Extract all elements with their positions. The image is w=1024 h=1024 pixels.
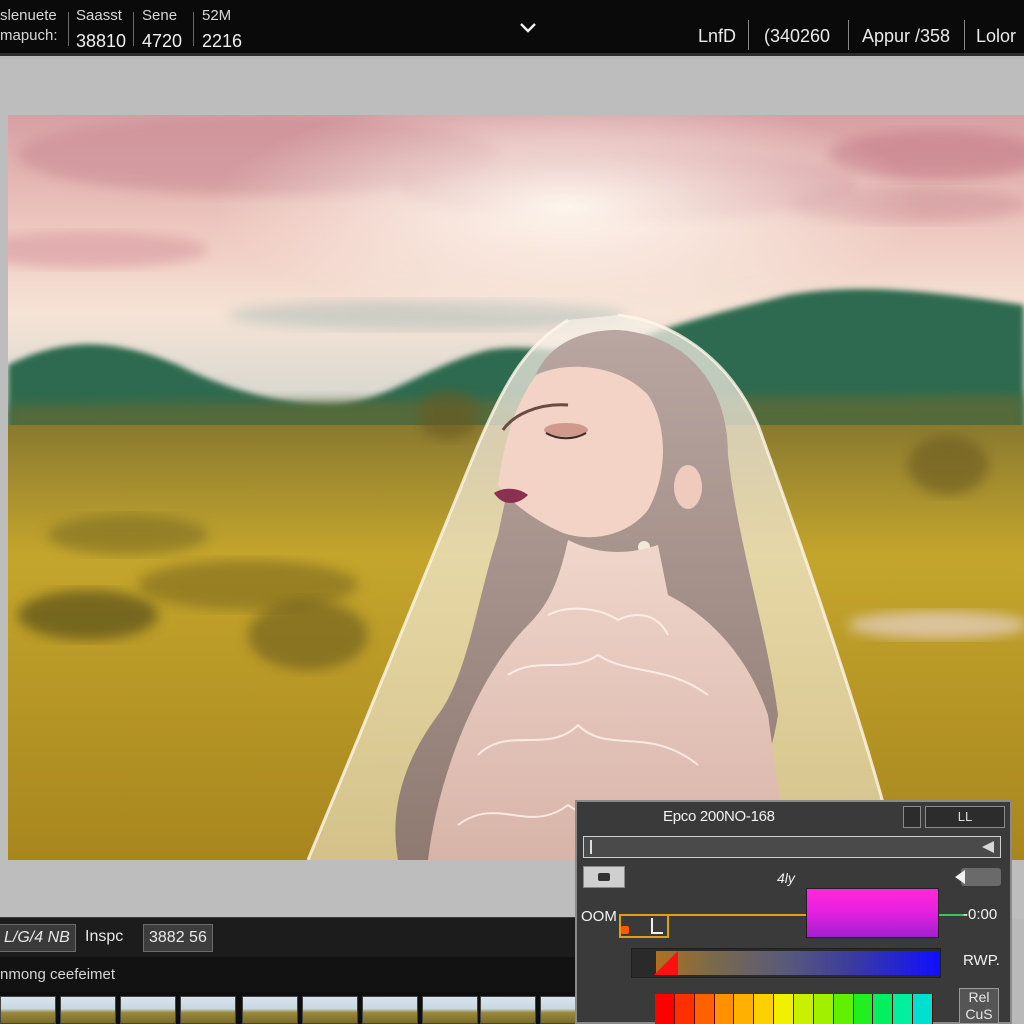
divider (68, 12, 69, 46)
palette-color-cell[interactable] (833, 994, 854, 1024)
palette-color-cell[interactable] (774, 994, 795, 1024)
divider (748, 20, 749, 50)
film-thumbnail[interactable] (242, 996, 298, 1024)
palette-color-cell[interactable] (873, 994, 894, 1024)
meta-column-4: 52M 2216 (202, 8, 242, 50)
film-thumbnail[interactable] (362, 996, 418, 1024)
film-thumbnail[interactable] (302, 996, 358, 1024)
inspect-label: Inspc (85, 928, 124, 945)
divider (848, 20, 849, 50)
color-swatch[interactable] (806, 888, 939, 938)
gradient-stop-marker[interactable] (654, 951, 678, 975)
palette-color-cell[interactable] (694, 994, 715, 1024)
status-bar: nmong ceefeimet (0, 957, 575, 992)
film-thumbnail[interactable] (0, 996, 56, 1024)
panel-pin-button[interactable] (903, 806, 921, 828)
gradient-bar (656, 951, 940, 975)
meta-value-2: 38810 (76, 31, 127, 51)
film-thumbnail[interactable] (120, 996, 176, 1024)
meta-value-3: 4720 (142, 31, 183, 51)
film-thumbnail[interactable] (540, 996, 575, 1024)
info-chip-value[interactable]: 3882 56 (143, 924, 213, 952)
divider (964, 20, 965, 50)
palette-color-cell[interactable] (674, 994, 695, 1024)
info-bar: L/G/4 NB Inspc 3882 56 (0, 917, 575, 957)
rel-button-line2: CuS (965, 1006, 993, 1022)
color-palette (655, 994, 934, 1024)
bride-photo-image (8, 115, 1024, 860)
meta-key-3: Sene (142, 7, 178, 24)
panel-title: Epco 200NO-168 (663, 808, 775, 825)
palette-color-cell[interactable] (853, 994, 874, 1024)
palette-color-cell[interactable] (754, 994, 775, 1024)
palette-color-cell[interactable] (794, 994, 814, 1024)
back-arrow-icon[interactable] (955, 868, 1001, 886)
menu-item-value[interactable]: (340260 (764, 26, 830, 47)
meta-key-2: Saasst (76, 7, 122, 24)
meta-key-4: 52M (202, 7, 232, 24)
panel-menu-button[interactable]: LL (925, 806, 1005, 828)
divider (133, 12, 134, 46)
menu-item-lnfd[interactable]: LnfD (698, 26, 736, 47)
palette-color-cell[interactable] (714, 994, 735, 1024)
rel-button[interactable]: Rel CuS (959, 988, 999, 1024)
meta-column-2: Saasst 38810 (76, 8, 126, 50)
meta-key-1: slenuete (0, 7, 57, 24)
hue-marker (621, 926, 629, 934)
rwp-label: RWP. (963, 952, 1000, 969)
meta-column-3: Sene 4720 (142, 8, 182, 50)
value-readout: -0:00 (963, 906, 998, 923)
rel-button-line1: Rel (968, 989, 990, 1005)
color-adjust-panel: Epco 200NO-168 LL 4ly OOM -0:00 RWP. Rel… (575, 800, 1012, 1024)
palette-color-cell[interactable] (734, 994, 755, 1024)
divider (193, 12, 194, 46)
gradient-slider[interactable] (631, 948, 941, 978)
menu-item-appur[interactable]: Appur /358 (862, 26, 950, 47)
camera-icon[interactable] (583, 866, 625, 888)
meta-column-1: slenuete mapuch: (0, 8, 58, 48)
palette-color-cell[interactable] (655, 994, 675, 1024)
panel-slider[interactable] (583, 836, 1001, 858)
palette-color-cell[interactable] (893, 994, 914, 1024)
slider-arrow-icon[interactable] (982, 841, 994, 853)
menu-item-lolor[interactable]: Lolor (976, 26, 1016, 47)
chevron-down-icon[interactable] (518, 20, 538, 36)
palette-color-cell[interactable] (913, 994, 934, 1024)
photo-canvas[interactable] (8, 115, 1024, 860)
top-toolbar: slenuete mapuch: Saasst 38810 Sene 4720 … (0, 0, 1024, 56)
panel-mid-label: 4ly (777, 870, 795, 886)
film-thumbnail[interactable] (180, 996, 236, 1024)
status-text: nmong ceefeimet (0, 966, 116, 983)
meta-key-1b: mapuch: (0, 27, 58, 44)
info-chip-format[interactable]: L/G/4 NB (0, 924, 76, 952)
slider-tick (590, 840, 592, 854)
palette-color-cell[interactable] (813, 994, 834, 1024)
oom-label: OOM (581, 908, 617, 925)
film-thumbnail[interactable] (480, 996, 536, 1024)
film-thumbnail[interactable] (60, 996, 116, 1024)
film-thumbnail[interactable] (422, 996, 478, 1024)
filmstrip (0, 992, 575, 1024)
meta-value-4: 2216 (202, 31, 243, 51)
hue-handle[interactable] (651, 918, 663, 934)
